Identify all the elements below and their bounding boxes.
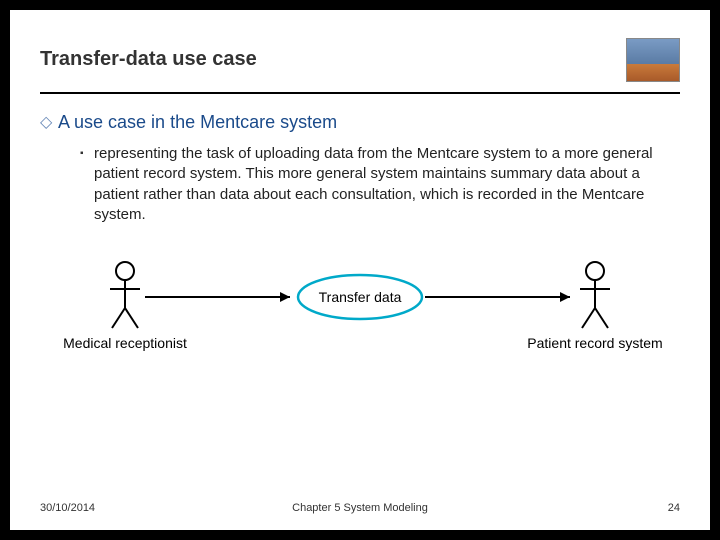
bullet-level2-text: representing the task of uploading data … (94, 144, 654, 225)
footer-page-number: 24 (668, 502, 680, 514)
right-actor-label: Patient record system (527, 335, 662, 351)
square-bullet-icon: ▪ (80, 144, 94, 164)
usecase-diagram: Medical receptionist Transfer data Patie… (50, 253, 670, 363)
footer-chapter: Chapter 5 System Modeling (292, 502, 428, 514)
left-actor-label: Medical receptionist (63, 335, 187, 351)
book-cover-logo (626, 38, 680, 82)
footer-date: 30/10/2014 (40, 502, 95, 514)
bullet-level1: ◇ A use case in the Mentcare system (40, 112, 680, 134)
bullet-level1-text: A use case in the Mentcare system (58, 112, 337, 133)
diamond-bullet-icon: ◇ (40, 112, 58, 134)
slide-footer: 30/10/2014 Chapter 5 System Modeling 24 (40, 502, 680, 514)
title-divider (40, 92, 680, 94)
bullet-level2: ▪ representing the task of uploading dat… (80, 144, 680, 225)
left-actor-icon (110, 262, 140, 328)
right-actor-icon (580, 262, 610, 328)
slide-title: Transfer-data use case (40, 48, 257, 71)
left-arrow-head-icon (280, 292, 290, 302)
usecase-label: Transfer data (319, 289, 402, 305)
right-arrow-head-icon (560, 292, 570, 302)
